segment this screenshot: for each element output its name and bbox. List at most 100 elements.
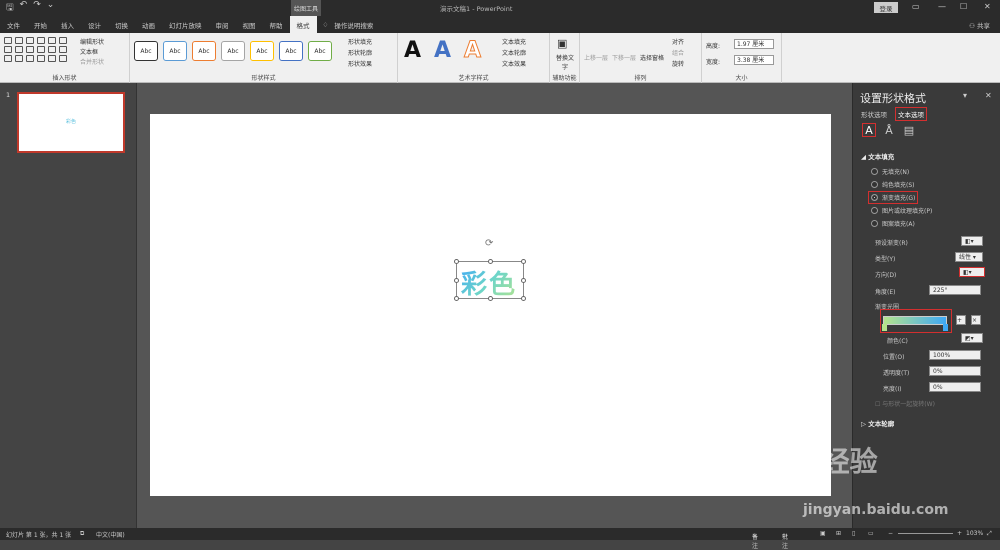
direction-dropdown[interactable]: ◧▾	[959, 267, 985, 277]
radio-solid-fill[interactable]: 纯色填充(S)	[871, 180, 915, 189]
shape-style-6[interactable]: Abc	[279, 41, 303, 61]
text-outline-section[interactable]: ▷ 文本轮廓	[861, 418, 894, 428]
resize-handle[interactable]	[521, 278, 526, 283]
tab-format[interactable]: 格式	[289, 16, 317, 33]
selected-text-box[interactable]: 彩色	[454, 259, 526, 301]
color-picker-button[interactable]: ◩▾	[961, 333, 983, 343]
edit-shape-button[interactable]: 编辑形状	[80, 37, 104, 46]
text-fill-button[interactable]: 文本填充	[502, 37, 526, 46]
pane-options-icon[interactable]: ▾	[963, 91, 967, 100]
group-button[interactable]: 组合	[672, 48, 684, 57]
radio-pattern-fill[interactable]: 图案填充(A)	[871, 219, 915, 228]
undo-icon[interactable]: ↶	[20, 0, 28, 16]
slideshow-view-icon[interactable]: ▭	[868, 530, 874, 537]
text-effects-button[interactable]: 文本效果	[502, 59, 526, 68]
gradient-stop[interactable]	[882, 324, 887, 331]
gradient-stops-bar[interactable]	[883, 316, 947, 325]
redo-icon[interactable]: ↷	[33, 0, 41, 16]
rotate-handle-icon[interactable]: ⟳	[485, 238, 493, 249]
minimize-icon[interactable]: —	[938, 2, 946, 11]
angle-input[interactable]: 225°	[929, 285, 981, 295]
ribbon-display-icon[interactable]: ▭	[912, 2, 920, 11]
customize-icon[interactable]: ⌄	[47, 0, 55, 16]
tab-shape-options[interactable]: 形状选项	[861, 109, 887, 119]
save-icon[interactable]: 🖫	[6, 0, 14, 16]
alt-text-button[interactable]: 替换文字	[554, 53, 576, 71]
merge-shapes-button[interactable]: 合并形状	[80, 57, 104, 66]
shape-style-5[interactable]: Abc	[250, 41, 274, 61]
resize-handle[interactable]	[488, 296, 493, 301]
tab-review[interactable]: 审阅	[209, 16, 236, 33]
reading-view-icon[interactable]: ▯	[852, 530, 855, 537]
tab-file[interactable]: 文件	[0, 16, 27, 33]
text-outline-button[interactable]: 文本轮廓	[502, 48, 526, 57]
zoom-out-icon[interactable]: −	[888, 530, 893, 537]
resize-handle[interactable]	[454, 278, 459, 283]
add-stop-icon[interactable]: +	[956, 315, 966, 325]
tab-animations[interactable]: 动画	[135, 16, 162, 33]
slide-canvas[interactable]: ⟳ 彩色	[150, 114, 831, 496]
tab-insert[interactable]: 插入	[54, 16, 81, 33]
resize-handle[interactable]	[488, 259, 493, 264]
zoom-slider[interactable]	[898, 533, 953, 534]
tab-text-options[interactable]: 文本选项	[895, 107, 927, 121]
tab-view[interactable]: 视图	[236, 16, 263, 33]
resize-handle[interactable]	[454, 259, 459, 264]
radio-gradient-fill[interactable]: 渐变填充(G)	[868, 191, 919, 204]
position-input[interactable]: 100%	[929, 350, 981, 360]
shape-style-4[interactable]: Abc	[221, 41, 245, 61]
shape-fill-button[interactable]: 形状填充	[348, 37, 372, 46]
sorter-view-icon[interactable]: ⊞	[836, 530, 841, 537]
shape-effects-button[interactable]: 形状效果	[348, 59, 372, 68]
gradient-stop[interactable]	[943, 324, 948, 331]
shape-style-3[interactable]: Abc	[192, 41, 216, 61]
text-box-button[interactable]: 文本框	[80, 47, 98, 56]
tab-transitions[interactable]: 切换	[108, 16, 135, 33]
zoom-level[interactable]: 103%	[966, 530, 983, 537]
tab-help[interactable]: 帮助	[263, 16, 290, 33]
remove-stop-icon[interactable]: ×	[971, 315, 981, 325]
tell-me-search[interactable]: 操作说明搜索	[334, 20, 373, 30]
slide-thumbnail[interactable]: 彩色	[17, 92, 125, 153]
maximize-icon[interactable]: ☐	[960, 2, 967, 11]
shape-gallery[interactable]	[4, 37, 68, 62]
type-dropdown[interactable]: 线性 ▾	[955, 252, 983, 262]
shape-style-2[interactable]: Abc	[163, 41, 187, 61]
normal-view-icon[interactable]: ▣	[820, 530, 826, 537]
wordart-style-3[interactable]: A	[463, 38, 481, 64]
shape-style-7[interactable]: Abc	[308, 41, 332, 61]
tab-design[interactable]: 设计	[81, 16, 108, 33]
rotate-button[interactable]: 旋转	[672, 59, 684, 68]
transparency-input[interactable]: 0%	[929, 366, 981, 376]
pane-close-icon[interactable]: ✕	[985, 91, 992, 100]
zoom-in-icon[interactable]: +	[957, 530, 962, 537]
radio-no-fill[interactable]: 无填充(N)	[871, 167, 909, 176]
textbox-icon[interactable]: ▤	[902, 123, 916, 137]
resize-handle[interactable]	[521, 296, 526, 301]
shape-style-1[interactable]: Abc	[134, 41, 158, 61]
text-effects-icon[interactable]: Å	[882, 123, 896, 137]
resize-handle[interactable]	[521, 259, 526, 264]
radio-picture-fill[interactable]: 图片或纹理填充(P)	[871, 206, 932, 215]
tab-slideshow[interactable]: 幻灯片放映	[162, 16, 209, 33]
text-fill-section[interactable]: ◢ 文本填充	[861, 151, 894, 161]
send-backward-button[interactable]: 下移一层	[612, 53, 636, 62]
wordart-style-2[interactable]: A	[434, 38, 451, 63]
bring-forward-button[interactable]: 上移一层	[584, 53, 608, 62]
login-button[interactable]: 登录	[874, 2, 898, 13]
width-input[interactable]: 3.38 厘米	[734, 55, 774, 65]
wordart-style-1[interactable]: A	[404, 38, 421, 63]
brightness-input[interactable]: 0%	[929, 382, 981, 392]
share-button[interactable]: ⚇ 共享	[969, 20, 990, 30]
selection-pane-button[interactable]: 选择窗格	[640, 53, 664, 62]
preset-gradient-dropdown[interactable]: ◧▾	[961, 236, 983, 246]
fit-slide-icon[interactable]: ⤢	[987, 530, 992, 538]
spellcheck-icon[interactable]: ⧉	[80, 530, 84, 538]
rotate-with-shape-checkbox[interactable]: ☐ 与形状一起旋转(W)	[875, 399, 935, 408]
tab-home[interactable]: 开始	[27, 16, 54, 33]
shape-outline-button[interactable]: 形状轮廓	[348, 48, 372, 57]
height-input[interactable]: 1.97 厘米	[734, 39, 774, 49]
close-icon[interactable]: ✕	[984, 2, 991, 11]
text-fill-outline-icon[interactable]: A	[862, 123, 876, 137]
align-button[interactable]: 对齐	[672, 37, 684, 46]
